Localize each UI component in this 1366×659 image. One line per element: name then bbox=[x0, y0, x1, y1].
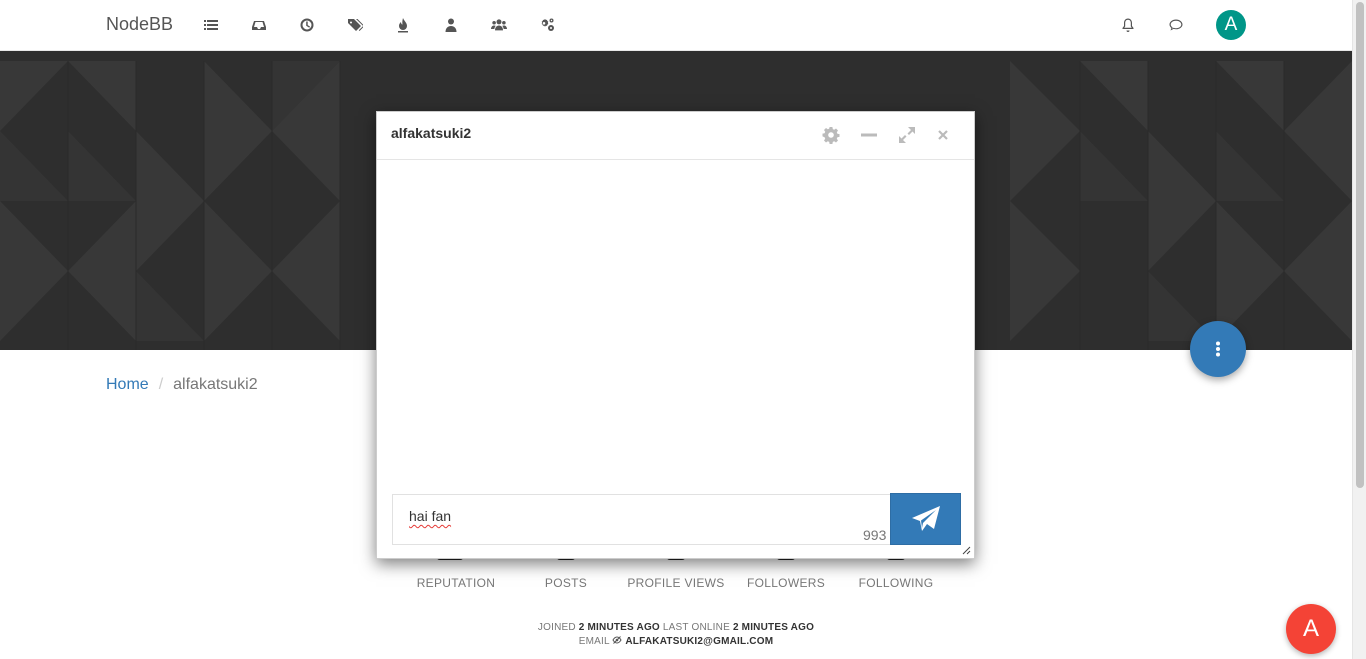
chat-char-count: 993 bbox=[863, 527, 887, 543]
ellipsis-vertical-icon bbox=[1216, 341, 1220, 357]
admin-icon[interactable] bbox=[536, 14, 558, 36]
chat-message-input[interactable]: hai fan bbox=[392, 494, 891, 545]
unread-icon[interactable] bbox=[248, 14, 270, 36]
popular-icon[interactable] bbox=[392, 14, 414, 36]
chat-modal: alfakatsuki2 hai fan 993 bbox=[376, 111, 975, 559]
chat-settings-icon[interactable] bbox=[820, 124, 842, 146]
stat-label-posts[interactable]: POSTS bbox=[511, 576, 621, 590]
breadcrumb: Home / alfakatsuki2 bbox=[106, 376, 258, 394]
tags-icon[interactable] bbox=[344, 14, 366, 36]
users-icon[interactable] bbox=[440, 14, 462, 36]
brand-logo[interactable]: NodeBB bbox=[106, 14, 173, 35]
chat-close-icon[interactable] bbox=[932, 124, 954, 146]
breadcrumb-separator: / bbox=[158, 376, 164, 393]
eye-slash-icon bbox=[612, 636, 622, 644]
recent-icon[interactable] bbox=[296, 14, 318, 36]
email-label: EMAIL bbox=[578, 636, 610, 647]
categories-icon[interactable] bbox=[200, 14, 222, 36]
page-scrollbar[interactable] bbox=[1352, 0, 1366, 659]
last-online-label: LAST ONLINE bbox=[662, 622, 730, 633]
last-online-value: 2 MINUTES AGO bbox=[732, 622, 815, 633]
stat-label-following[interactable]: FOLLOWING bbox=[841, 576, 951, 590]
profile-menu-button[interactable] bbox=[1190, 321, 1246, 377]
profile-joined-line: JOINED 2 MINUTES AGO LAST ONLINE 2 MINUT… bbox=[0, 622, 1352, 633]
scrollbar-thumb[interactable] bbox=[1356, 2, 1364, 488]
chats-icon[interactable] bbox=[1165, 14, 1187, 36]
paper-plane-icon bbox=[911, 506, 940, 531]
user-avatar[interactable]: A bbox=[1216, 10, 1246, 40]
floating-avatar-button[interactable]: A bbox=[1286, 604, 1336, 654]
joined-label: JOINED bbox=[537, 622, 576, 633]
top-navbar: NodeBB A bbox=[0, 0, 1352, 51]
chat-expand-icon[interactable] bbox=[896, 124, 918, 146]
notifications-icon[interactable] bbox=[1117, 14, 1139, 36]
stat-label-reputation: REPUTATION bbox=[416, 576, 496, 590]
chat-resize-handle[interactable] bbox=[962, 546, 971, 555]
breadcrumb-home-link[interactable]: Home bbox=[106, 376, 149, 393]
groups-icon[interactable] bbox=[488, 14, 510, 36]
chat-minimize-icon[interactable] bbox=[858, 124, 880, 146]
stat-label-followers[interactable]: FOLLOWERS bbox=[731, 576, 841, 590]
profile-email-line: EMAIL ALFAKATSUKI2@GMAIL.COM bbox=[0, 636, 1352, 647]
joined-value: 2 MINUTES AGO bbox=[578, 622, 660, 633]
email-value: ALFAKATSUKI2@GMAIL.COM bbox=[625, 636, 774, 647]
chat-input-text: hai fan bbox=[409, 508, 452, 524]
chat-message-list[interactable] bbox=[377, 160, 974, 492]
stat-label-profile-views: PROFILE VIEWS bbox=[627, 576, 725, 590]
chat-title: alfakatsuki2 bbox=[391, 125, 472, 141]
breadcrumb-current: alfakatsuki2 bbox=[173, 376, 258, 393]
profile-stats: REPUTATION POSTS PROFILE VIEWS FOLLOWERS… bbox=[401, 576, 951, 590]
chat-send-button[interactable] bbox=[890, 493, 961, 545]
chat-header[interactable]: alfakatsuki2 bbox=[377, 112, 974, 160]
